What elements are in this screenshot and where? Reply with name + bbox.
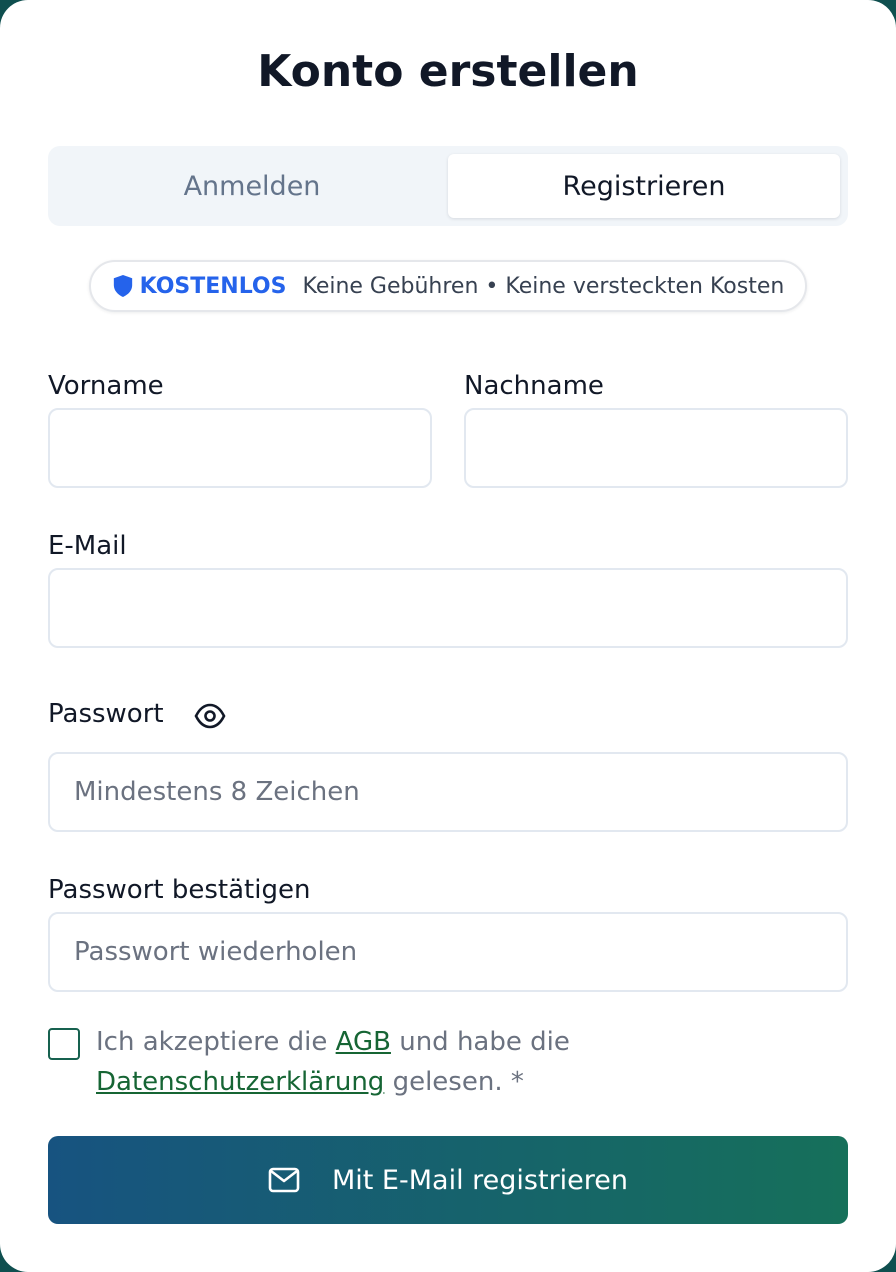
- first-name-label: Vorname: [48, 371, 164, 401]
- email-label: E-Mail: [48, 531, 127, 561]
- consent-prefix: Ich akzeptiere die: [96, 1027, 336, 1057]
- register-submit-button[interactable]: Mit E-Mail registrieren: [48, 1136, 848, 1224]
- consent-suffix: gelesen. *: [384, 1067, 524, 1097]
- password-confirm-field-wrapper: [48, 912, 848, 992]
- last-name-field-wrapper: [464, 408, 848, 488]
- free-badge-keyword: KOSTENLOS: [139, 273, 287, 299]
- register-submit-label: Mit E-Mail registrieren: [331, 1164, 629, 1196]
- password-confirm-label: Passwort bestätigen: [48, 875, 311, 905]
- password-input[interactable]: [50, 754, 846, 830]
- first-name-input[interactable]: [50, 410, 430, 486]
- consent-middle: und habe die: [390, 1027, 570, 1057]
- last-name-input[interactable]: [466, 410, 846, 486]
- password-label: Passwort: [48, 699, 164, 729]
- page-title: Konto erstellen: [257, 46, 639, 97]
- auth-tabs: Anmelden Registrieren: [48, 146, 848, 226]
- first-name-field-wrapper: [48, 408, 432, 488]
- eye-icon[interactable]: [194, 702, 226, 730]
- free-badge-text: Keine Gebühren • Keine versteckten Koste…: [302, 273, 785, 299]
- password-field-wrapper: [48, 752, 848, 832]
- password-confirm-input[interactable]: [50, 914, 846, 990]
- shield-icon: [113, 275, 132, 297]
- tab-register[interactable]: Registrieren: [448, 154, 840, 218]
- free-badge: KOSTENLOS Keine Gebühren • Keine verstec…: [89, 260, 807, 312]
- terms-checkbox[interactable]: [48, 1028, 80, 1060]
- email-field-wrapper: [48, 568, 848, 648]
- terms-link[interactable]: AGB: [336, 1027, 391, 1057]
- consent-text: Ich akzeptiere die AGB und habe die Date…: [96, 1022, 796, 1102]
- privacy-link[interactable]: Datenschutzerklärung: [96, 1067, 384, 1097]
- tab-login[interactable]: Anmelden: [56, 154, 448, 218]
- last-name-label: Nachname: [464, 371, 604, 401]
- register-card: Konto erstellen Anmelden Registrieren KO…: [0, 0, 896, 1272]
- email-input[interactable]: [50, 570, 846, 646]
- mail-icon: [268, 1167, 300, 1193]
